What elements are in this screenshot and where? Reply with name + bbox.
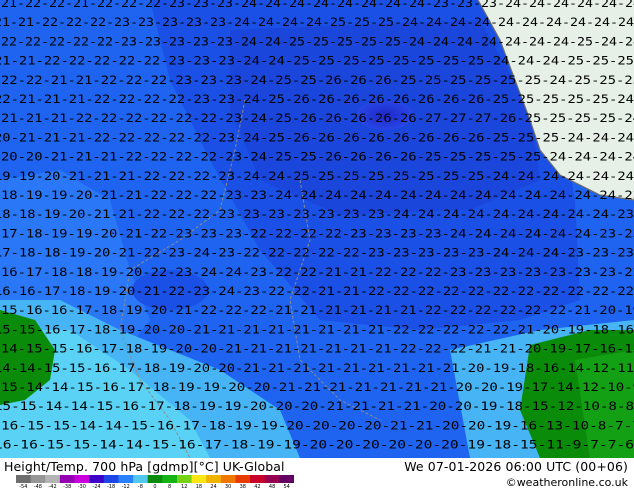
colorbar-tick-label: 24: [210, 484, 217, 490]
temperature-label-row: 21-22-22-21-22-22-22-23-23-23-24-24-24-2…: [1, 0, 634, 10]
colorbar: [16, 475, 294, 483]
map-datetime: We 07-01-2026 06:00 UTC (00+06): [404, 459, 628, 474]
temperature-label-row: 20-20-21-21-21-22-22-22-22-23-24-25-25-2…: [1, 150, 634, 164]
colorbar-tick-label: 12: [181, 484, 188, 490]
temperature-label-row: 15-15-16-17-18-19-20-20-21-21-21-21-21-2…: [0, 322, 634, 336]
colorbar-swatch: [74, 475, 90, 483]
temperature-label-row: 15-15-14-14-15-16-17-18-19-19-20-20-20-2…: [0, 399, 634, 413]
colorbar-tick-label: -24: [92, 484, 101, 490]
colorbar-swatch: [89, 475, 105, 483]
copyright-text[interactable]: ©weatheronline.co.uk: [506, 476, 628, 489]
map-title: Height/Temp. 700 hPa [gdmp][°C] UK-Globa…: [4, 459, 285, 474]
colorbar-swatch: [235, 475, 251, 483]
colorbar-swatch: [147, 475, 163, 483]
map-canvas: 21-22-22-21-22-22-22-23-23-23-24-24-24-2…: [0, 0, 634, 458]
colorbar-tick-label: 38: [239, 484, 246, 490]
temperature-label-row: 15-16-16-17-18-19-20-21-22-22-22-21-21-2…: [1, 303, 634, 317]
weather-map: 21-22-22-21-22-22-22-23-23-23-24-24-24-2…: [0, 0, 634, 458]
temperature-label-row: 17-18-19-19-20-21-22-23-23-23-22-22-22-2…: [1, 226, 634, 240]
colorbar-tick-label: 18: [195, 484, 203, 490]
temperature-label-row: 22-21-21-21-22-22-22-22-23-23-24-25-26-2…: [0, 92, 634, 106]
temperature-label-row: 22-22-22-22-22-23-23-23-23-23-24-24-25-2…: [1, 34, 634, 48]
temperature-label-row: 16-16-17-18-19-20-21-22-23-24-23-22-22-2…: [0, 284, 634, 298]
colorbar-swatch: [264, 475, 280, 483]
temperature-label-row: 16-15-15-14-14-15-16-17-18-19-19-20-20-2…: [1, 418, 634, 432]
temperature-label-row: 14-15-15-16-17-18-19-20-20-21-21-21-21-2…: [1, 342, 634, 356]
colorbar-tick-label: -18: [107, 484, 116, 490]
colorbar-swatch: [191, 475, 207, 483]
colorbar-tick-label: 30: [225, 484, 232, 490]
colorbar-swatch: [206, 475, 222, 483]
colorbar-swatch: [220, 475, 236, 483]
colorbar-tick-label: -8: [137, 484, 143, 490]
colorbar-tick-label: 8: [168, 484, 172, 490]
temperature-label-row: 16-16-15-15-14-14-15-16-17-18-19-19-20-2…: [0, 438, 634, 452]
colorbar-swatch: [133, 475, 149, 483]
temperature-label-row: 20-21-21-21-22-22-22-22-22-23-24-25-26-2…: [0, 130, 634, 144]
temperature-label-row: 17-18-18-19-20-21-22-23-24-23-22-22-22-2…: [0, 246, 634, 260]
colorbar-swatch: [162, 475, 178, 483]
temperature-label-row: 22-22-21-21-22-22-22-23-23-23-24-25-25-2…: [1, 73, 634, 87]
colorbar-tick-label: 0: [153, 484, 157, 490]
colorbar-swatch: [16, 475, 32, 483]
colorbar-swatch: [250, 475, 266, 483]
colorbar-swatch: [103, 475, 119, 483]
colorbar-swatch: [118, 475, 134, 483]
colorbar-tick-label: 48: [268, 484, 276, 490]
colorbar-tick-label: -54: [19, 484, 28, 490]
temperature-label-row: 15-14-14-15-16-17-18-19-19-20-20-21-21-2…: [1, 380, 634, 394]
temperature-label-row: 21-21-22-22-22-22-22-23-23-23-24-24-25-2…: [0, 54, 634, 68]
temperature-label-row: 16-17-18-18-19-20-22-23-24-24-23-22-22-2…: [1, 265, 634, 279]
colorbar-ticks: -54 -48 -42 -38 -30 -24 -18 -12 -8 0 8 12 18 24 30 38 42…: [16, 484, 294, 490]
colorbar-swatch: [279, 475, 294, 483]
colorbar-swatch: [30, 475, 46, 483]
colorbar-tick-label: 42: [254, 484, 261, 490]
colorbar-tick-label: -48: [33, 484, 42, 490]
temperature-label-row: 18-18-19-20-21-21-22-22-22-23-23-23-23-2…: [0, 207, 634, 221]
colorbar-tick-label: -38: [63, 484, 72, 490]
colorbar-swatch: [45, 475, 61, 483]
colorbar-swatch: [176, 475, 193, 483]
temperature-label-row: 21-21-21-22-22-22-22-22-22-23-24-25-26-2…: [1, 111, 634, 125]
colorbar-tick-label: -12: [121, 484, 130, 490]
colorbar-swatch: [59, 475, 76, 483]
temperature-label-row: 14-14-15-15-16-17-18-19-20-20-21-21-21-2…: [0, 361, 634, 375]
temperature-label-row: 21-21-22-22-22-23-23-23-23-23-24-24-24-2…: [0, 15, 634, 29]
temperature-label-row: 19-19-20-21-21-21-22-22-22-23-24-24-25-2…: [0, 169, 634, 183]
colorbar-tick-label: -30: [77, 484, 86, 490]
colorbar-tick-label: 54: [283, 484, 290, 490]
colorbar-tick-label: -42: [48, 484, 57, 490]
temperature-label-row: 18-19-19-20-21-21-22-22-22-23-23-24-24-2…: [1, 188, 634, 202]
